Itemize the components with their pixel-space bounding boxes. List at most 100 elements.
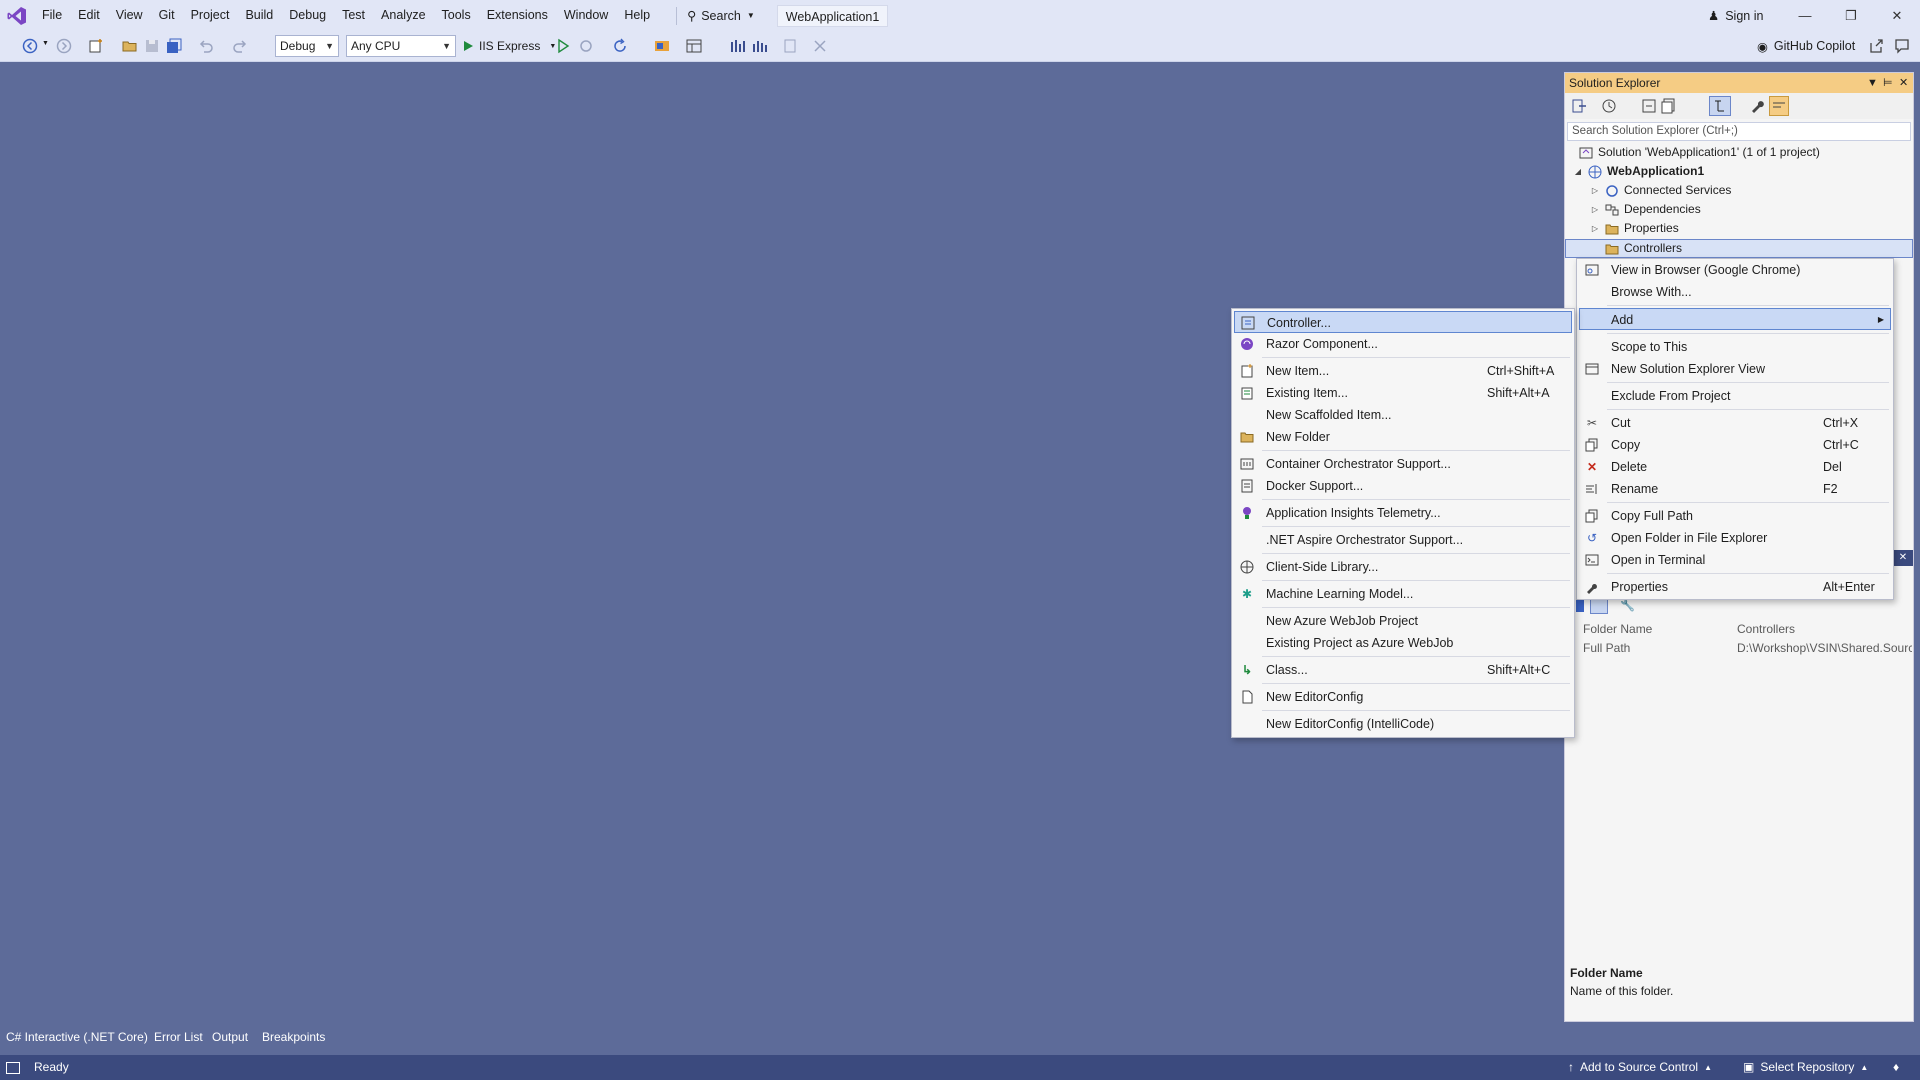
wrench-icon[interactable]: 🔧	[1620, 598, 1635, 612]
menu-item-add[interactable]: Add ▶	[1579, 308, 1891, 330]
collapse-all-icon[interactable]	[1641, 98, 1657, 114]
navigate-forward-icon[interactable]	[56, 38, 72, 54]
github-copilot-button[interactable]: ◉ GitHub Copilot	[1757, 35, 1855, 57]
configuration-dropdown[interactable]: Debug ▼	[275, 35, 339, 57]
menu-item-delete[interactable]: ✕ Delete Del	[1579, 456, 1891, 478]
property-value[interactable]: Controllers	[1737, 620, 1795, 638]
properties-toolbar-icon[interactable]	[1576, 598, 1584, 612]
tree-node-dependencies[interactable]: ▷ Dependencies	[1590, 200, 1701, 219]
submenu-item-new-scaffolded-item[interactable]: New Scaffolded Item...	[1234, 404, 1572, 426]
more-tools-icon[interactable]	[812, 38, 828, 54]
chevron-down-icon[interactable]: ▼	[1867, 73, 1878, 93]
menu-analyze[interactable]: Analyze	[373, 0, 433, 31]
undo-icon[interactable]	[198, 38, 214, 54]
menu-window[interactable]: Window	[556, 0, 616, 31]
open-file-icon[interactable]	[122, 38, 138, 54]
tree-node-controllers[interactable]: Controllers	[1605, 239, 1682, 258]
submenu-item-class[interactable]: ↳ Class... Shift+Alt+C	[1234, 659, 1572, 681]
menu-item-open-in-terminal[interactable]: Open in Terminal	[1579, 549, 1891, 571]
submenu-item-machine-learning-model[interactable]: ✱ Machine Learning Model...	[1234, 583, 1572, 605]
tree-node-solution[interactable]: Solution 'WebApplication1' (1 of 1 proje…	[1579, 143, 1820, 162]
submenu-item-controller[interactable]: Controller...	[1234, 311, 1572, 333]
submenu-item-new-item[interactable]: New Item... Ctrl+Shift+A	[1234, 360, 1572, 382]
layout-icon[interactable]	[686, 38, 702, 54]
visual-studio-logo-icon[interactable]	[0, 0, 34, 31]
property-value[interactable]: D:\Workshop\VSIN\Shared.Sourc	[1737, 639, 1912, 657]
pin-icon[interactable]: ⊨	[1883, 73, 1893, 93]
menu-edit[interactable]: Edit	[70, 0, 108, 31]
show-all-files-icon[interactable]	[1661, 98, 1677, 114]
tab-csharp-interactive[interactable]: C# Interactive (.NET Core)	[6, 1028, 148, 1047]
save-all-icon[interactable]	[166, 38, 182, 54]
menu-item-new-solution-explorer-view[interactable]: New Solution Explorer View	[1579, 358, 1891, 380]
collapsed-icon[interactable]: ▷	[1590, 181, 1600, 200]
expanded-icon[interactable]: ◢	[1573, 162, 1583, 181]
collapsed-icon[interactable]: ▷	[1590, 219, 1600, 238]
submenu-item-existing-item[interactable]: Existing Item... Shift+Alt+A	[1234, 382, 1572, 404]
menu-item-cut[interactable]: ✂ Cut Ctrl+X	[1579, 412, 1891, 434]
submenu-item-new-editorconfig-intellicode[interactable]: New EditorConfig (IntelliCode)	[1234, 713, 1572, 735]
submenu-item-container-orchestrator[interactable]: Container Orchestrator Support...	[1234, 453, 1572, 475]
submenu-item-new-azure-webjob[interactable]: New Azure WebJob Project	[1234, 610, 1572, 632]
menu-item-browse-with[interactable]: Browse With...	[1579, 281, 1891, 303]
close-icon[interactable]: ✕	[1899, 73, 1908, 93]
submenu-item-new-editorconfig[interactable]: New EditorConfig	[1234, 686, 1572, 708]
minimize-button[interactable]: —	[1782, 0, 1828, 31]
feedback-icon[interactable]	[1894, 38, 1910, 54]
add-to-source-control-button[interactable]: ↑ Add to Source Control ▲	[1568, 1055, 1712, 1080]
tab-output[interactable]: Output	[212, 1028, 248, 1047]
wrench-icon[interactable]	[1749, 98, 1765, 114]
menu-item-exclude-from-project[interactable]: Exclude From Project	[1579, 385, 1891, 407]
redo-icon[interactable]	[232, 38, 248, 54]
collapsed-icon[interactable]: ▷	[1590, 200, 1600, 219]
sync-active-document-icon[interactable]	[1709, 96, 1731, 116]
bookmark-icon[interactable]	[730, 38, 746, 54]
menu-item-properties[interactable]: Properties Alt+Enter	[1579, 576, 1891, 598]
submenu-item-application-insights[interactable]: Application Insights Telemetry...	[1234, 502, 1572, 524]
solution-explorer-search-input[interactable]: Search Solution Explorer (Ctrl+;)	[1567, 122, 1911, 141]
menu-view[interactable]: View	[108, 0, 151, 31]
menu-git[interactable]: Git	[151, 0, 183, 31]
tab-error-list[interactable]: Error List	[154, 1028, 203, 1047]
global-search-button[interactable]: ⚲ Search ▼	[668, 5, 763, 27]
tab-breakpoints[interactable]: Breakpoints	[262, 1028, 325, 1047]
platform-dropdown[interactable]: Any CPU ▼	[346, 35, 456, 57]
submenu-item-existing-azure-webjob[interactable]: Existing Project as Azure WebJob	[1234, 632, 1572, 654]
menu-tools[interactable]: Tools	[434, 0, 479, 31]
history-icon[interactable]	[1601, 98, 1617, 114]
notifications-bell-icon[interactable]: ♦	[1893, 1055, 1899, 1080]
restore-button[interactable]: ❐	[1828, 0, 1874, 31]
menu-item-open-folder[interactable]: ↺ Open Folder in File Explorer	[1579, 527, 1891, 549]
menu-debug[interactable]: Debug	[281, 0, 334, 31]
bookmark-next-icon[interactable]	[752, 38, 768, 54]
submenu-item-docker-support[interactable]: Docker Support...	[1234, 475, 1572, 497]
menu-help[interactable]: Help	[616, 0, 658, 31]
menu-project[interactable]: Project	[183, 0, 238, 31]
menu-extensions[interactable]: Extensions	[479, 0, 556, 31]
menu-test[interactable]: Test	[334, 0, 373, 31]
menu-item-scope-to-this[interactable]: Scope to This	[1579, 336, 1891, 358]
select-repository-button[interactable]: ▣ Select Repository ▲	[1743, 1055, 1868, 1080]
chevron-down-icon[interactable]: ▼	[42, 40, 49, 47]
start-without-debugging-icon[interactable]	[555, 38, 571, 54]
submenu-item-aspire-orchestrator[interactable]: .NET Aspire Orchestrator Support...	[1234, 529, 1572, 551]
start-debugging-button[interactable]: IIS Express ▼	[462, 35, 556, 57]
browser-link-icon[interactable]	[654, 38, 670, 54]
tree-node-connected-services[interactable]: ▷ Connected Services	[1590, 181, 1731, 200]
menu-item-copy[interactable]: Copy Ctrl+C	[1579, 434, 1891, 456]
menu-build[interactable]: Build	[237, 0, 281, 31]
preview-icon[interactable]	[1769, 96, 1789, 116]
submenu-item-client-side-library[interactable]: Client-Side Library...	[1234, 556, 1572, 578]
menu-item-view-in-browser[interactable]: View in Browser (Google Chrome)	[1579, 259, 1891, 281]
submenu-item-new-folder[interactable]: New Folder	[1234, 426, 1572, 448]
new-project-icon[interactable]	[88, 38, 104, 54]
share-icon[interactable]	[1868, 38, 1884, 54]
navigate-back-icon[interactable]	[22, 38, 38, 54]
comment-icon[interactable]	[782, 38, 798, 54]
menu-item-copy-full-path[interactable]: Copy Full Path	[1579, 505, 1891, 527]
close-window-button[interactable]: ✕	[1874, 0, 1920, 31]
close-icon[interactable]: ✕	[1893, 550, 1913, 566]
menu-item-rename[interactable]: Rename F2	[1579, 478, 1891, 500]
switch-views-icon[interactable]	[1571, 98, 1587, 114]
tree-node-project[interactable]: ◢ WebApplication1	[1573, 162, 1704, 181]
